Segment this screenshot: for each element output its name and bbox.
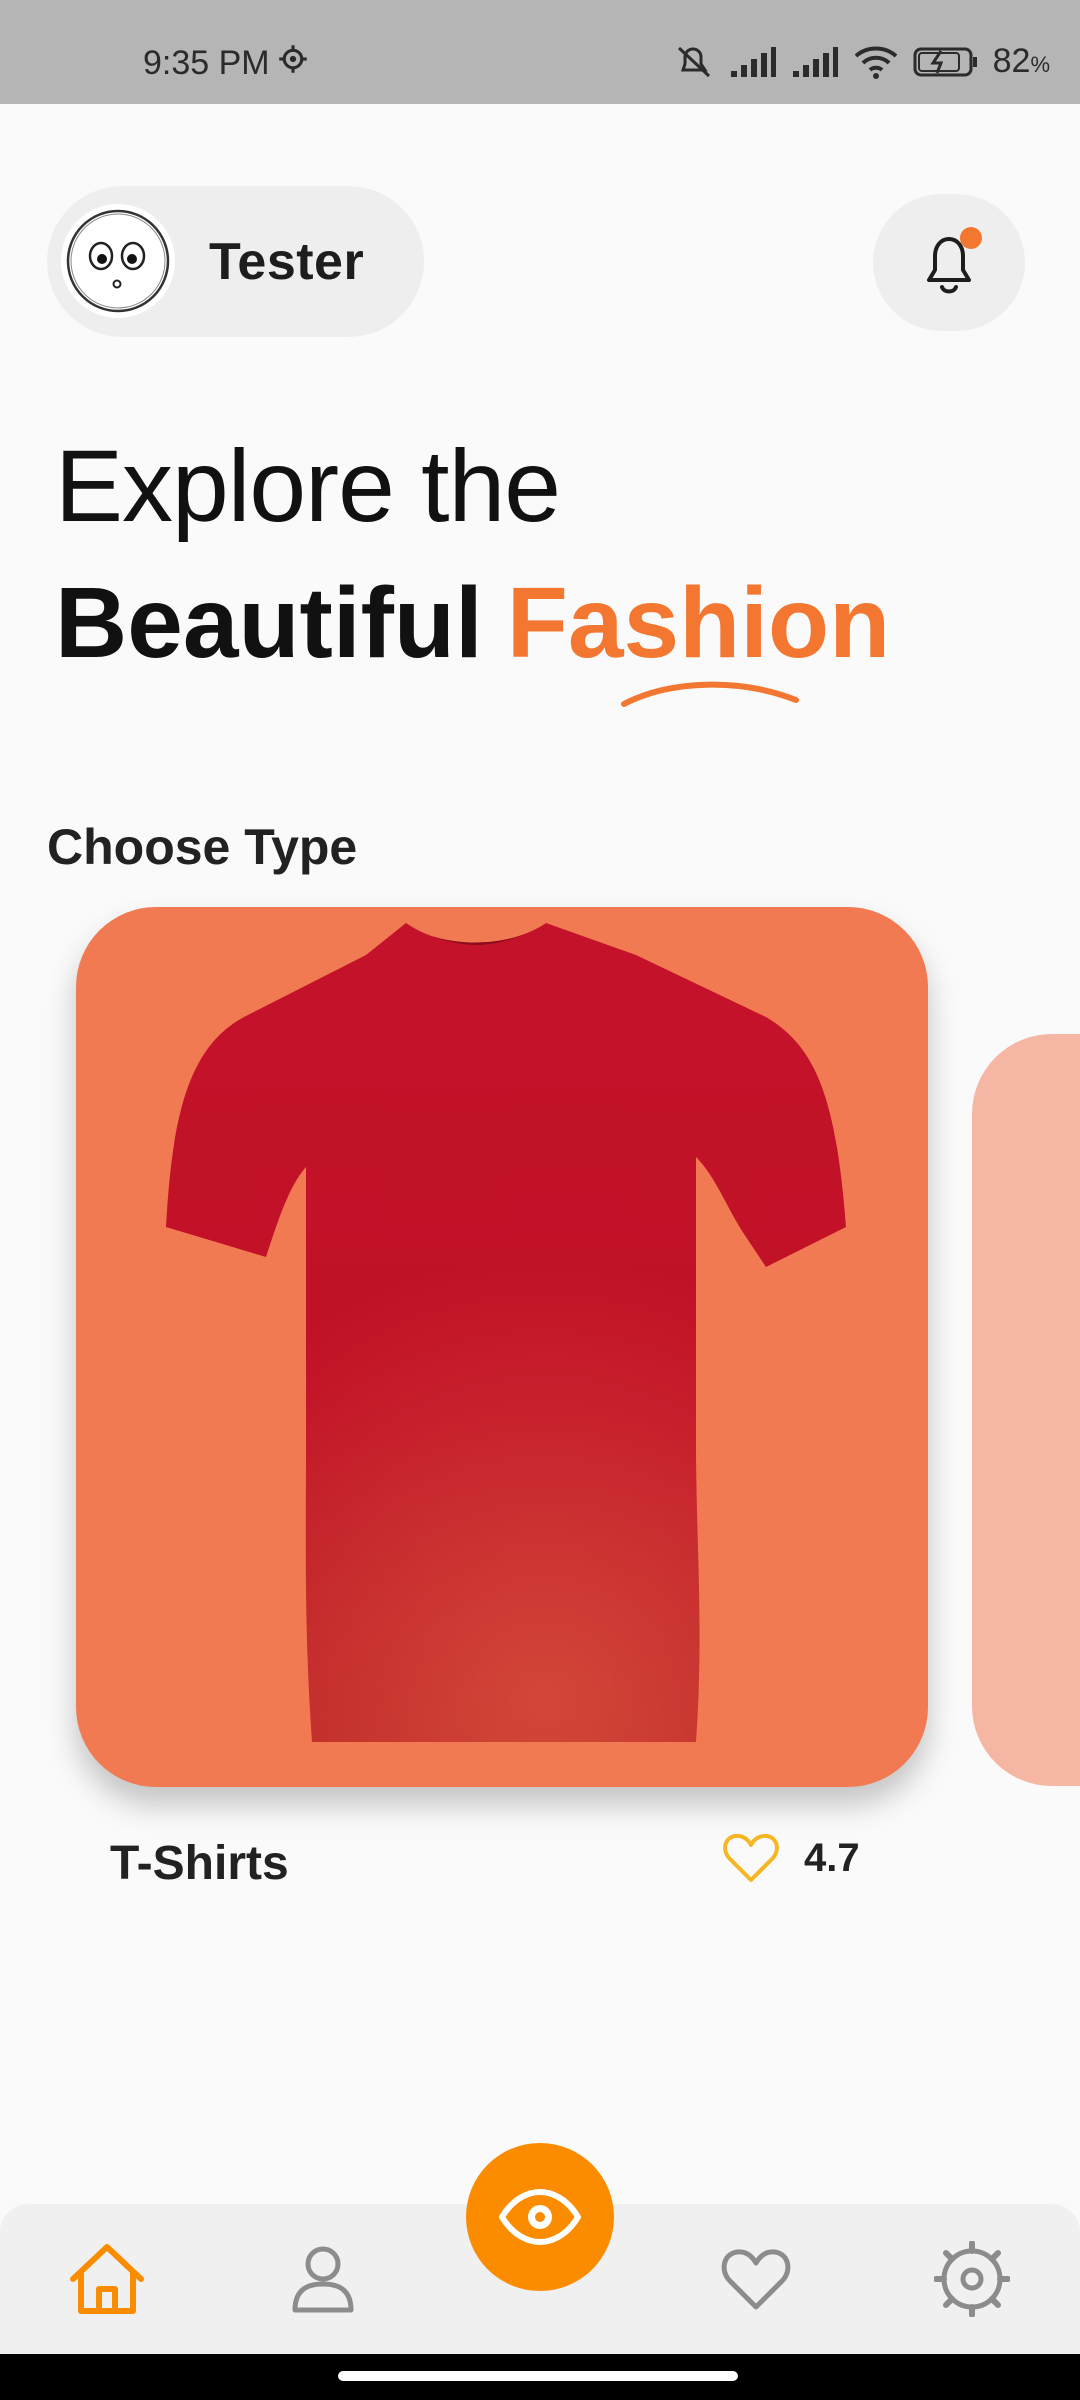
status-time-group: 9:35 PM bbox=[143, 44, 308, 83]
headline-accent-word: Fashion bbox=[506, 567, 891, 679]
wifi-icon bbox=[853, 44, 899, 80]
category-card-next[interactable] bbox=[972, 1034, 1080, 1786]
rating: 4.7 bbox=[722, 1832, 860, 1884]
avatar bbox=[61, 204, 175, 318]
signal-icon-1 bbox=[729, 45, 777, 79]
underline-swoosh bbox=[621, 681, 799, 707]
nav-home[interactable] bbox=[57, 2234, 157, 2324]
category-card-tshirts[interactable] bbox=[76, 907, 928, 1787]
heart-icon bbox=[721, 2249, 791, 2310]
category-label: T-Shirts bbox=[110, 1837, 289, 1890]
settings-icon bbox=[934, 2241, 1010, 2317]
profile-icon bbox=[292, 2246, 354, 2313]
user-name: Tester bbox=[209, 233, 365, 291]
eye-icon bbox=[499, 2189, 581, 2245]
home-indicator[interactable] bbox=[338, 2371, 738, 2381]
signal-icon-2 bbox=[791, 45, 839, 79]
status-bar: 9:35 PM 82% bbox=[0, 0, 1080, 104]
notification-button[interactable] bbox=[873, 194, 1025, 331]
section-title: Choose Type bbox=[47, 819, 358, 875]
gear-status-icon bbox=[278, 44, 308, 83]
headline-main-word: Beautiful bbox=[55, 567, 483, 679]
nav-settings[interactable] bbox=[922, 2234, 1022, 2324]
center-eye-button[interactable] bbox=[466, 2143, 614, 2291]
tshirt-image bbox=[76, 907, 928, 1787]
headline-line2: Beautiful Fashion bbox=[55, 566, 890, 681]
battery-value: 82 bbox=[992, 42, 1031, 80]
status-icons: 82% bbox=[673, 42, 1050, 81]
status-time: 9:35 PM bbox=[143, 44, 270, 82]
notification-dot bbox=[960, 227, 982, 249]
battery-unit: % bbox=[1030, 52, 1050, 77]
rating-value: 4.7 bbox=[804, 1835, 860, 1880]
nav-profile[interactable] bbox=[273, 2234, 373, 2324]
battery-percent: 82% bbox=[993, 42, 1050, 81]
headline-line1: Explore the bbox=[55, 429, 561, 543]
heart-rating-icon[interactable] bbox=[722, 1832, 780, 1884]
profile-chip[interactable]: Tester bbox=[47, 186, 424, 337]
home-icon bbox=[70, 2244, 144, 2314]
mute-icon bbox=[673, 44, 715, 80]
battery-icon bbox=[913, 45, 979, 79]
nav-favorites[interactable] bbox=[706, 2234, 806, 2324]
